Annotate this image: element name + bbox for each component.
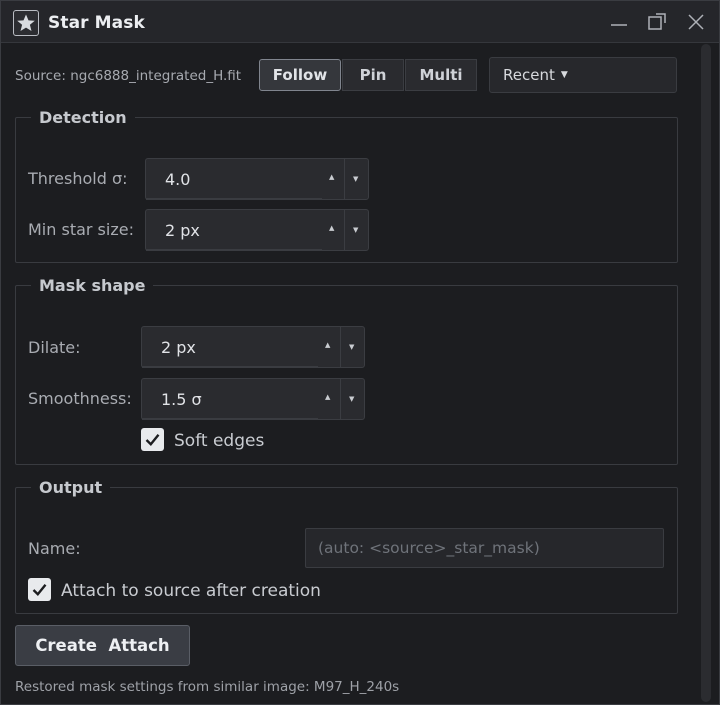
name-placeholder: (auto: <source>_star_mask) xyxy=(318,539,540,557)
dilate-step-up[interactable]: ▲ xyxy=(316,327,340,367)
caret-up-icon: ▲ xyxy=(329,173,335,181)
threshold-step-up[interactable]: ▲ xyxy=(320,159,344,199)
caret-up-icon: ▲ xyxy=(325,393,331,401)
min-star-size-value: 2 px xyxy=(165,221,200,240)
caret-down-icon: ▼ xyxy=(353,226,359,234)
smoothness-dropdown[interactable]: ▼ xyxy=(340,379,364,419)
recent-dropdown[interactable]: Recent ▼ xyxy=(489,57,677,93)
threshold-underline xyxy=(146,198,322,200)
create-attach-button[interactable]: Create Attach xyxy=(15,625,190,666)
threshold-dropdown[interactable]: ▼ xyxy=(344,159,368,199)
smoothness-label: Smoothness: xyxy=(28,389,132,408)
follow-mode-button[interactable]: Follow xyxy=(259,59,341,91)
window-title: Star Mask xyxy=(48,13,145,33)
caret-down-icon: ▼ xyxy=(353,175,359,183)
smoothness-step-up[interactable]: ▲ xyxy=(316,379,340,419)
detach-window-icon[interactable] xyxy=(646,11,668,33)
multi-mode-button[interactable]: Multi xyxy=(405,59,477,91)
min-star-size-step-up[interactable]: ▲ xyxy=(320,210,344,250)
mask-shape-group-title: Mask shape xyxy=(31,276,154,295)
smoothness-value: 1.5 σ xyxy=(161,390,202,409)
name-label: Name: xyxy=(28,539,81,558)
name-input[interactable]: (auto: <source>_star_mask) xyxy=(305,528,664,568)
attach-label[interactable]: Attach to source after creation xyxy=(61,581,321,601)
checkmark-icon xyxy=(32,584,47,596)
threshold-spinbox[interactable]: 4.0 ▲ ▼ xyxy=(145,158,369,200)
caret-down-icon: ▼ xyxy=(349,343,355,351)
star-mask-window: Star Mask Source: ngc6888_integrated_H.f… xyxy=(0,0,720,705)
smoothness-spinbox[interactable]: 1.5 σ ▲ ▼ xyxy=(141,378,365,420)
dilate-spinbox[interactable]: 2 px ▲ ▼ xyxy=(141,326,365,368)
recent-dropdown-label: Recent xyxy=(503,66,555,84)
threshold-label: Threshold σ: xyxy=(28,169,128,188)
min-star-size-spinbox[interactable]: 2 px ▲ ▼ xyxy=(145,209,369,251)
dilate-label: Dilate: xyxy=(28,338,81,357)
caret-down-icon: ▼ xyxy=(560,70,568,80)
output-group-title: Output xyxy=(31,478,111,497)
min-star-size-dropdown[interactable]: ▼ xyxy=(344,210,368,250)
source-label: Source: ngc6888_integrated_H.fit xyxy=(15,68,242,84)
status-message: Restored mask settings from similar imag… xyxy=(15,679,400,695)
caret-up-icon: ▲ xyxy=(325,341,331,349)
attach-checkbox[interactable] xyxy=(28,578,51,601)
threshold-value: 4.0 xyxy=(165,170,191,189)
dilate-underline xyxy=(142,366,318,368)
caret-down-icon: ▼ xyxy=(349,395,355,403)
checkmark-icon xyxy=(145,434,160,446)
soft-edges-label[interactable]: Soft edges xyxy=(174,431,264,451)
dilate-value: 2 px xyxy=(161,338,196,357)
dilate-dropdown[interactable]: ▼ xyxy=(340,327,364,367)
soft-edges-checkbox[interactable] xyxy=(141,428,164,451)
pin-mode-button[interactable]: Pin xyxy=(342,59,404,91)
star-icon xyxy=(13,10,39,36)
minimize-icon[interactable] xyxy=(608,11,630,33)
detection-group-title: Detection xyxy=(31,108,135,127)
min-star-size-label: Min star size: xyxy=(28,220,134,239)
title-bar: Star Mask xyxy=(1,1,719,43)
mask-shape-group xyxy=(15,285,678,465)
smoothness-underline xyxy=(142,418,318,420)
min-star-size-underline xyxy=(146,249,322,251)
caret-up-icon: ▲ xyxy=(329,224,335,232)
scrollbar-thumb[interactable] xyxy=(701,44,711,702)
close-icon[interactable] xyxy=(685,11,707,33)
